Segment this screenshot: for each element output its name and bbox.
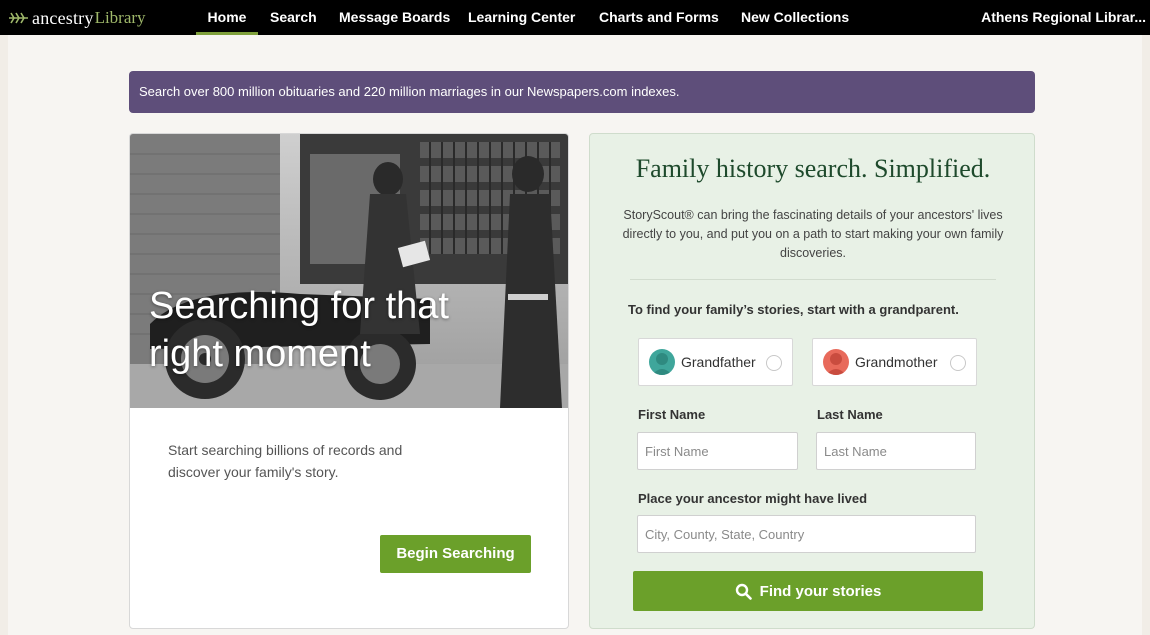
nav-home[interactable]: Home	[196, 0, 258, 35]
nav-new-collections[interactable]: New Collections	[741, 0, 849, 35]
account-menu[interactable]: Athens Regional Librar...	[981, 0, 1146, 35]
brand-name: ancestry	[32, 7, 94, 28]
nav-message-boards[interactable]: Message Boards	[339, 0, 450, 35]
nav-learning-center[interactable]: Learning Center	[468, 0, 575, 35]
nav-charts-and-forms[interactable]: Charts and Forms	[599, 0, 719, 35]
find-your-stories-button[interactable]: Find your stories	[633, 571, 983, 611]
grandmother-avatar-icon	[823, 349, 849, 375]
grandmother-radio[interactable]	[950, 355, 966, 371]
last-name-label: Last Name	[817, 407, 883, 422]
storyscout-description: StoryScout® can bring the fascinating de…	[622, 208, 1004, 260]
hero-image: Searching for that right moment	[130, 134, 568, 408]
grandmother-label: Grandmother	[855, 354, 938, 370]
ancestry-library-logo[interactable]: ancestry Library	[8, 8, 146, 28]
search-icon	[735, 583, 752, 600]
storyscout-card: Family history search. Simplified. Story…	[589, 133, 1035, 629]
promo-banner[interactable]: Search over 800 million obituaries and 2…	[129, 71, 1035, 113]
brand-suffix: Library	[94, 8, 146, 27]
grandparent-prompt: To find your family’s stories, start wit…	[628, 302, 959, 317]
begin-searching-button[interactable]: Begin Searching	[380, 535, 531, 573]
search-description: Start searching billions of records and …	[168, 442, 403, 480]
top-nav: ancestry Library Home Search Message Boa…	[0, 0, 1150, 35]
storyscout-title: Family history search. Simplified.	[635, 154, 991, 183]
leaf-logo-icon	[9, 12, 28, 24]
find-your-stories-label: Find your stories	[759, 582, 882, 600]
grandfather-avatar-icon	[649, 349, 675, 375]
nav-search[interactable]: Search	[270, 0, 317, 35]
grandfather-radio[interactable]	[766, 355, 782, 371]
hero-title: Searching for that right moment	[149, 285, 449, 375]
grandmother-option[interactable]: Grandmother	[812, 338, 977, 386]
first-name-label: First Name	[638, 407, 706, 422]
last-name-input[interactable]	[816, 432, 976, 470]
grandfather-option[interactable]: Grandfather	[638, 338, 793, 386]
divider	[630, 279, 996, 280]
search-promo-card: Searching for that right moment Start se…	[129, 133, 569, 629]
first-name-input[interactable]	[637, 432, 798, 470]
place-label: Place your ancestor might have lived	[638, 491, 868, 506]
promo-banner-text: Search over 800 million obituaries and 2…	[139, 84, 680, 99]
place-input[interactable]	[637, 515, 976, 553]
grandfather-label: Grandfather	[681, 354, 756, 370]
